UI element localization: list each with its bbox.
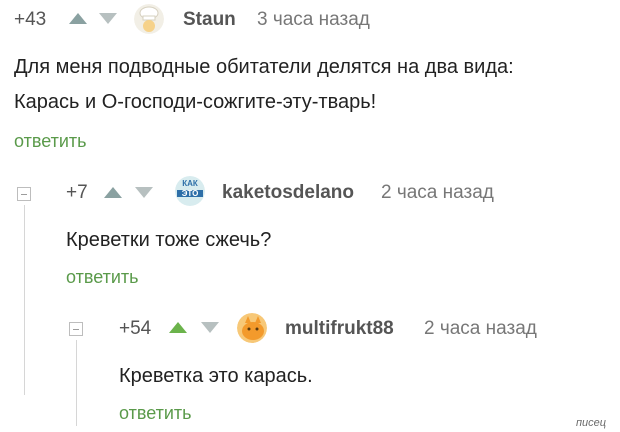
- watermark: писец: [576, 417, 607, 429]
- avatar[interactable]: [134, 4, 164, 34]
- thread-line: [76, 340, 77, 426]
- downvote-icon[interactable]: [135, 187, 153, 198]
- avatar-text-bottom: ЭТО: [181, 189, 199, 198]
- collapse-thread-button[interactable]: [17, 187, 31, 201]
- comment-2-username[interactable]: kaketosdelano: [222, 182, 354, 204]
- avatar-text-top: КАК: [182, 179, 198, 188]
- upvote-icon[interactable]: [69, 13, 87, 24]
- comment-2-line-1: Креветки тоже сжечь?: [66, 229, 272, 251]
- comment-3-rating: +54: [119, 318, 152, 339]
- comment-3-username[interactable]: multifrukt88: [285, 318, 394, 340]
- comment-3-time: 2 часа назад: [424, 318, 537, 339]
- thread-line: [24, 205, 25, 395]
- comment-1-username[interactable]: Staun: [183, 9, 236, 31]
- downvote-icon[interactable]: [201, 322, 219, 333]
- comment-1-reply-button[interactable]: ответить: [14, 131, 87, 152]
- avatar-chef-icon: [134, 4, 164, 34]
- comment-2-time: 2 часа назад: [381, 182, 494, 203]
- downvote-icon[interactable]: [99, 13, 117, 24]
- comment-3-line-1: Креветка это карась.: [119, 365, 313, 387]
- comment-1-line-1: Для меня подводные обитатели делятся на …: [14, 56, 514, 78]
- comment-1-time: 3 часа назад: [257, 9, 370, 30]
- avatar-cat-icon: [237, 313, 267, 343]
- avatar[interactable]: КАК ЭТО: [175, 176, 205, 206]
- avatar[interactable]: [237, 313, 267, 343]
- comment-1-line-2: Карась и О-господи-сожгите-эту-тварь!: [14, 91, 377, 113]
- collapse-thread-button[interactable]: [69, 322, 83, 336]
- upvote-icon[interactable]: [104, 187, 122, 198]
- comment-1-rating: +43: [14, 9, 47, 30]
- comment-2-reply-button[interactable]: ответить: [66, 267, 139, 288]
- comment-3-reply-button[interactable]: ответить: [119, 403, 192, 424]
- upvote-icon[interactable]: [169, 322, 187, 333]
- comment-2-rating: +7: [66, 182, 88, 203]
